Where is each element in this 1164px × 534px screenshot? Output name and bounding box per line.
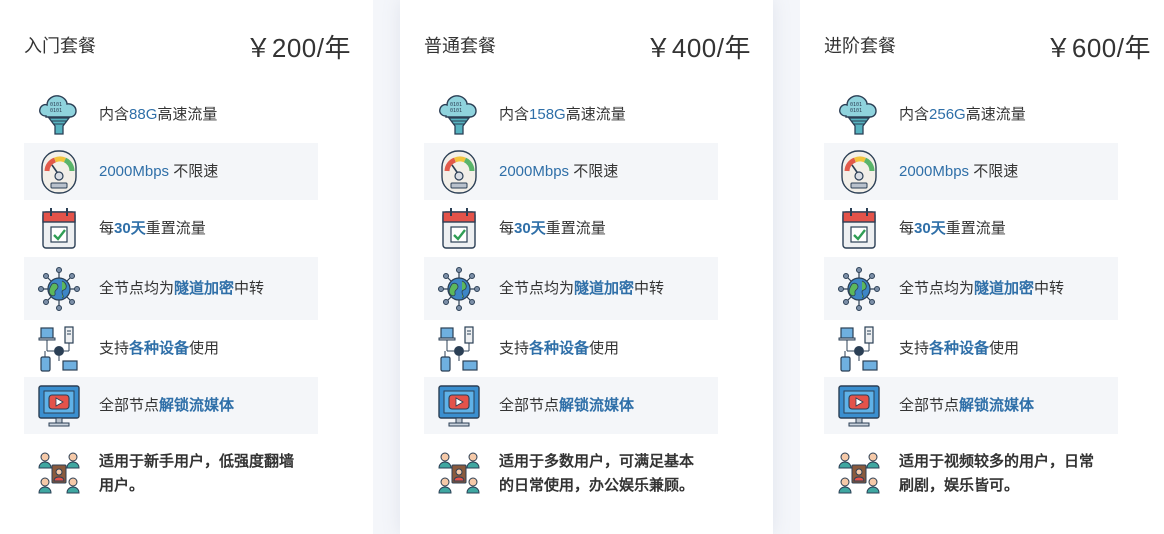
feature-reset: 每30天重置流量 [824,200,1118,257]
feature-relay: 全节点均为隧道加密中转 [824,257,1118,320]
feature-unlock-text: 全部节点解锁流媒体 [899,396,1035,414]
feature-audience: 适用于多数用户，可满足基本的日常使用，办公娱乐兼顾。 [424,434,718,514]
feature-relay: 全节点均为隧道加密中转 [424,257,718,320]
reset-value: 30天 [514,219,546,237]
feature-unlock: 全部节点解锁流媒体 [824,377,1118,434]
video-monitor-icon [834,381,884,431]
cloud-data-icon: 0101 0101 [434,90,484,140]
feature-reset: 每30天重置流量 [424,200,718,257]
feature-unlock: 全部节点解锁流媒体 [24,377,318,434]
globe-network-icon [834,264,884,314]
feature-reset-text: 每30天重置流量 [99,219,206,237]
reset-value: 30天 [114,219,146,237]
calendar-check-icon [834,204,884,254]
speedometer-icon [34,147,84,197]
users-icon [34,449,84,499]
feature-devices-text: 支持各种设备使用 [899,339,1020,357]
feature-unlock-text: 全部节点解锁流媒体 [99,396,235,414]
feature-speed-text: 2000Mbps 不限速 [99,162,219,180]
audience-text: 适用于新手用户，低强度翻墙用户。 [99,453,295,494]
plan-price: ￥200/年 [245,33,351,63]
plan-card: 普通套餐 ￥400/年 0101 0101 内含158G高速流量 2000Mbp… [400,0,773,534]
svg-text:0101: 0101 [50,108,62,114]
feature-speed-text: 2000Mbps 不限速 [899,162,1019,180]
video-monitor-icon [34,381,84,431]
plan-name: 入门套餐 [24,36,96,56]
globe-network-icon [434,264,484,314]
speed-value: 2000Mbps [499,162,570,180]
audience-text: 适用于多数用户，可满足基本的日常使用，办公娱乐兼顾。 [499,453,695,494]
relay-value: 隧道加密 [974,279,1035,297]
feature-traffic-text: 内含256G高速流量 [899,105,1026,123]
feature-reset: 每30天重置流量 [24,200,318,257]
traffic-value: 158G [529,105,566,123]
feature-devices-text: 支持各种设备使用 [99,339,220,357]
devices-value: 各种设备 [929,339,990,357]
feature-relay-text: 全节点均为隧道加密中转 [899,279,1065,297]
feature-devices: 支持各种设备使用 [24,320,318,377]
feature-traffic-text: 内含88G高速流量 [99,105,218,123]
speed-value: 2000Mbps [899,162,970,180]
feature-unlock-text: 全部节点解锁流媒体 [499,396,635,414]
feature-relay-text: 全节点均为隧道加密中转 [99,279,265,297]
feature-traffic: 0101 0101 内含158G高速流量 [424,86,718,143]
relay-value: 隧道加密 [174,279,235,297]
plan-price: ￥600/年 [1045,33,1151,63]
users-icon [434,449,484,499]
feature-reset-text: 每30天重置流量 [899,219,1006,237]
unlock-value: 解锁流媒体 [959,396,1035,414]
plan-card: 入门套餐 ￥200/年 0101 0101 内含88G高速流量 2000Mbps… [0,0,373,534]
plan-card: 进阶套餐 ￥600/年 0101 0101 内含256G高速流量 2000Mbp… [800,0,1164,534]
video-monitor-icon [434,381,484,431]
unlock-value: 解锁流媒体 [559,396,635,414]
plan-name: 普通套餐 [424,36,496,56]
feature-traffic-text: 内含158G高速流量 [499,105,626,123]
calendar-check-icon [34,204,84,254]
feature-audience: 适用于新手用户，低强度翻墙用户。 [24,434,318,514]
relay-value: 隧道加密 [574,279,635,297]
globe-network-icon [34,264,84,314]
traffic-value: 256G [929,105,966,123]
svg-text:0101: 0101 [450,108,462,114]
plan-name: 进阶套餐 [824,36,896,56]
devices-value: 各种设备 [129,339,190,357]
calendar-check-icon [434,204,484,254]
plan-price: ￥400/年 [645,33,751,63]
reset-value: 30天 [914,219,946,237]
feature-traffic: 0101 0101 内含88G高速流量 [24,86,318,143]
cloud-data-icon: 0101 0101 [34,90,84,140]
feature-traffic: 0101 0101 内含256G高速流量 [824,86,1118,143]
feature-relay-text: 全节点均为隧道加密中转 [499,279,665,297]
cloud-data-icon: 0101 0101 [834,90,884,140]
feature-speed-text: 2000Mbps 不限速 [499,162,619,180]
speedometer-icon [834,147,884,197]
feature-relay: 全节点均为隧道加密中转 [24,257,318,320]
feature-speed: 2000Mbps 不限速 [24,143,318,200]
feature-speed: 2000Mbps 不限速 [424,143,718,200]
audience-text: 适用于视频较多的用户，日常刷剧，娱乐皆可。 [899,453,1095,494]
devices-icon [834,324,884,374]
feature-reset-text: 每30天重置流量 [499,219,606,237]
feature-devices: 支持各种设备使用 [824,320,1118,377]
traffic-value: 88G [129,105,158,123]
devices-icon [434,324,484,374]
speedometer-icon [434,147,484,197]
users-icon [834,449,884,499]
unlock-value: 解锁流媒体 [159,396,235,414]
feature-speed: 2000Mbps 不限速 [824,143,1118,200]
feature-audience: 适用于视频较多的用户，日常刷剧，娱乐皆可。 [824,434,1118,514]
devices-value: 各种设备 [529,339,590,357]
speed-value: 2000Mbps [99,162,170,180]
svg-text:0101: 0101 [850,108,862,114]
feature-devices: 支持各种设备使用 [424,320,718,377]
devices-icon [34,324,84,374]
feature-devices-text: 支持各种设备使用 [499,339,620,357]
feature-unlock: 全部节点解锁流媒体 [424,377,718,434]
